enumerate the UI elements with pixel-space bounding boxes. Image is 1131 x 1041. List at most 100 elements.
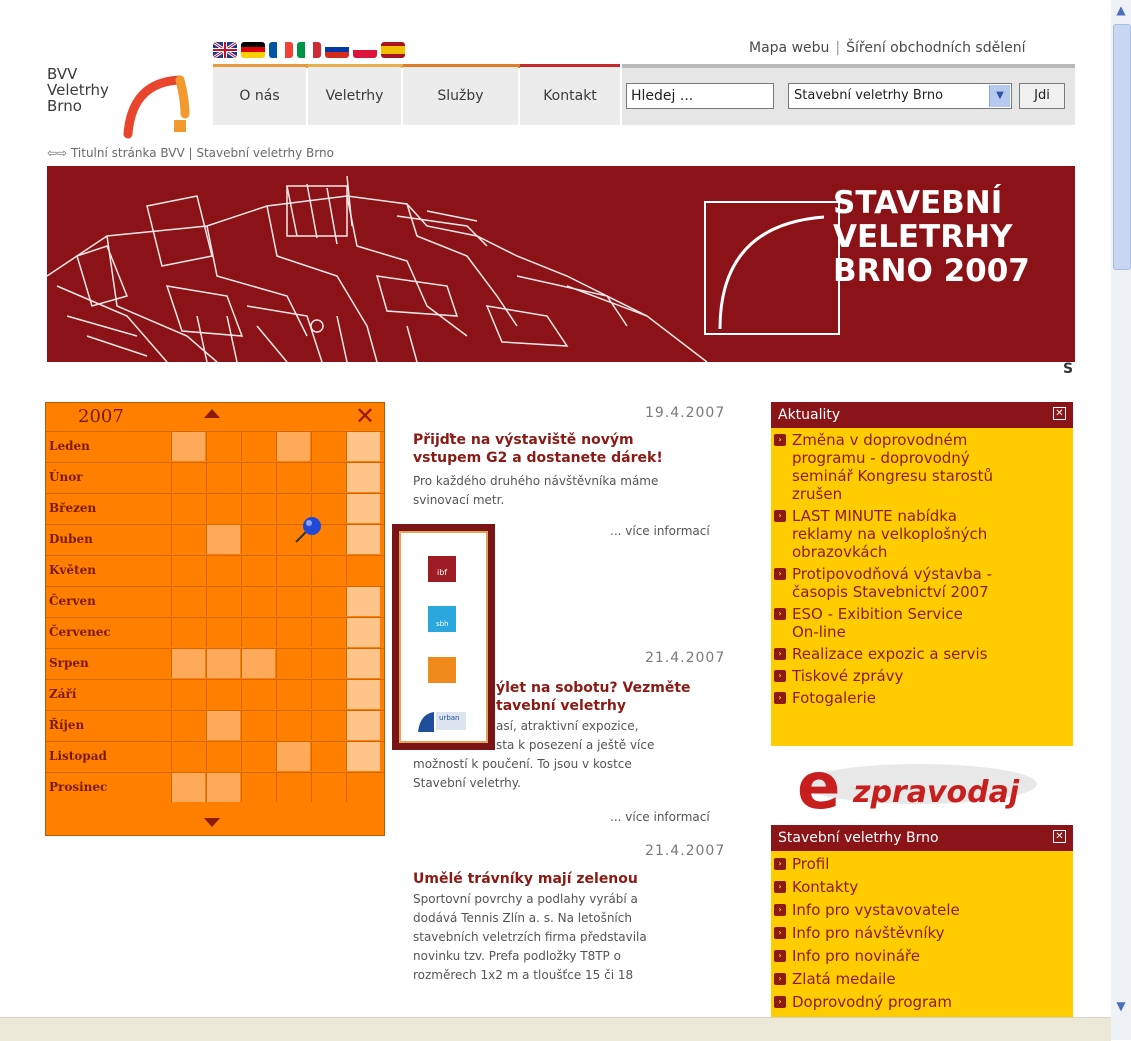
scroll-up-arrow-icon[interactable]: ▲ [1111, 0, 1131, 20]
nav-tab-fairs[interactable]: Veletrhy [308, 67, 401, 125]
calendar-cell[interactable] [206, 711, 240, 740]
calendar-cell[interactable] [276, 587, 310, 616]
calendar-cell[interactable] [311, 649, 345, 678]
calendar-cell[interactable] [206, 649, 240, 678]
scroll-down-arrow-icon[interactable]: ▼ [1111, 996, 1131, 1016]
calendar-cell[interactable] [171, 587, 205, 616]
calendar-month-row[interactable]: Říjen [46, 710, 384, 740]
aktuality-item-link[interactable]: › ESO - Exibition Service On-line [774, 605, 963, 641]
bvv-logo[interactable]: BVV Veletrhy Brno [47, 66, 109, 114]
calendar-cell[interactable] [311, 587, 345, 616]
calendar-cell[interactable] [171, 618, 205, 647]
russian-flag-icon[interactable] [325, 42, 349, 58]
german-flag-icon[interactable] [241, 42, 265, 58]
calendar-cell[interactable] [206, 525, 240, 554]
calendar-down-arrow-icon[interactable] [204, 818, 220, 827]
calendar-month-row[interactable]: Březen [46, 493, 384, 523]
calendar-cell[interactable] [311, 711, 345, 740]
calendar-cell[interactable] [276, 556, 310, 585]
fair-link-item[interactable]: › Zlatá medaile [774, 970, 896, 988]
more-info-link[interactable]: ... více informací [610, 524, 710, 538]
calendar-up-arrow-icon[interactable] [204, 409, 220, 418]
calendar-month-row[interactable]: Listopad [46, 741, 384, 771]
calendar-cell[interactable] [206, 556, 240, 585]
calendar-cell[interactable] [311, 432, 345, 461]
fair-link-item[interactable]: › Info pro návštěvníky [774, 924, 945, 942]
calendar-cell[interactable] [346, 742, 380, 771]
calendar-cell[interactable] [276, 680, 310, 709]
calendar-cell[interactable] [241, 463, 275, 492]
breadcrumb-current[interactable]: Stavební veletrhy Brno [196, 146, 334, 160]
french-flag-icon[interactable] [269, 42, 293, 58]
aktuality-item-link[interactable]: › Tiskové zprávy [774, 667, 903, 685]
calendar-cell[interactable] [241, 773, 275, 802]
close-icon[interactable]: ✕ [355, 402, 375, 430]
calendar-cell[interactable] [241, 525, 275, 554]
fair-link-item[interactable]: › Info pro vystavovatele [774, 901, 960, 919]
calendar-cell[interactable] [241, 432, 275, 461]
calendar-cell[interactable] [241, 649, 275, 678]
calendar-cell[interactable] [206, 587, 240, 616]
calendar-cell[interactable] [206, 742, 240, 771]
calendar-cell[interactable] [276, 773, 310, 802]
news-title-link[interactable]: Umělé trávníky mají zelenou [413, 870, 638, 888]
close-icon[interactable]: ✕ [1053, 407, 1066, 420]
calendar-cell[interactable] [171, 494, 205, 523]
calendar-month-row[interactable]: Srpen [46, 648, 384, 678]
calendar-month-row[interactable]: Červenec [46, 617, 384, 647]
polish-flag-icon[interactable] [353, 42, 377, 58]
nav-tab-services[interactable]: Služby [403, 67, 518, 125]
aktuality-item-link[interactable]: › Realizace expozic a servis [774, 645, 987, 663]
calendar-month-row[interactable]: Duben [46, 524, 384, 554]
calendar-cell[interactable] [346, 680, 380, 709]
calendar-cell[interactable] [276, 432, 310, 461]
calendar-month-row[interactable]: Září [46, 679, 384, 709]
calendar-cell[interactable] [311, 742, 345, 771]
calendar-cell[interactable] [276, 618, 310, 647]
calendar-cell[interactable] [346, 494, 380, 523]
calendar-cell[interactable] [171, 525, 205, 554]
fair-link-item[interactable]: › Profil [774, 855, 829, 873]
fair-link-item[interactable]: › Kontakty [774, 878, 858, 896]
calendar-cell[interactable] [171, 773, 205, 802]
calendar-cell[interactable] [346, 711, 380, 740]
calendar-cell[interactable] [241, 556, 275, 585]
calendar-month-row[interactable]: Leden [46, 431, 384, 461]
calendar-cell[interactable] [241, 711, 275, 740]
aktuality-item-link[interactable]: › LAST MINUTE nabídka reklamy na velkoploš… [774, 507, 987, 561]
calendar-cell[interactable] [311, 773, 345, 802]
calendar-cell[interactable] [346, 649, 380, 678]
calendar-cell[interactable] [206, 618, 240, 647]
calendar-month-row[interactable]: Únor [46, 462, 384, 492]
nav-tab-about[interactable]: O nás [213, 67, 306, 125]
uk-flag-icon[interactable] [213, 42, 237, 58]
calendar-cell[interactable] [241, 494, 275, 523]
spanish-flag-icon[interactable] [381, 42, 405, 58]
scrollbar-thumb[interactable] [1113, 24, 1131, 270]
orange-fair-logo[interactable] [428, 657, 456, 683]
fair-link-item[interactable]: › Info pro novináře [774, 947, 920, 965]
calendar-cell[interactable] [346, 773, 380, 802]
calendar-cell[interactable] [171, 680, 205, 709]
more-info-link[interactable]: ... více informací [610, 810, 710, 824]
close-icon[interactable]: ✕ [1053, 830, 1066, 843]
urban-logo[interactable]: urban [416, 708, 468, 734]
calendar-cell[interactable] [206, 494, 240, 523]
ibf-logo[interactable]: ibf [428, 556, 456, 582]
aktuality-item-link[interactable]: › Protipovodňová výstavba - časopis Staveb… [774, 565, 992, 601]
calendar-cell[interactable] [206, 773, 240, 802]
ezpravodaj-logo[interactable]: e zpravodaj [791, 760, 1047, 816]
calendar-cell[interactable] [311, 556, 345, 585]
calendar-cell[interactable] [171, 432, 205, 461]
back-forward-arrows-icon[interactable]: ⇦⇨ [47, 146, 67, 160]
calendar-cell[interactable] [241, 680, 275, 709]
fair-select[interactable]: Stavební veletrhy Brno ▼ [788, 83, 1012, 109]
calendar-cell[interactable] [346, 463, 380, 492]
italian-flag-icon[interactable] [297, 42, 321, 58]
calendar-month-row[interactable]: Červen [46, 586, 384, 616]
calendar-cell[interactable] [171, 742, 205, 771]
vertical-scrollbar[interactable]: ▲ ▼ [1111, 0, 1131, 1040]
calendar-cell[interactable] [346, 525, 380, 554]
aktuality-item-link[interactable]: › Změna v doprovodném programu - doprovodn… [774, 431, 993, 503]
calendar-cell[interactable] [276, 463, 310, 492]
